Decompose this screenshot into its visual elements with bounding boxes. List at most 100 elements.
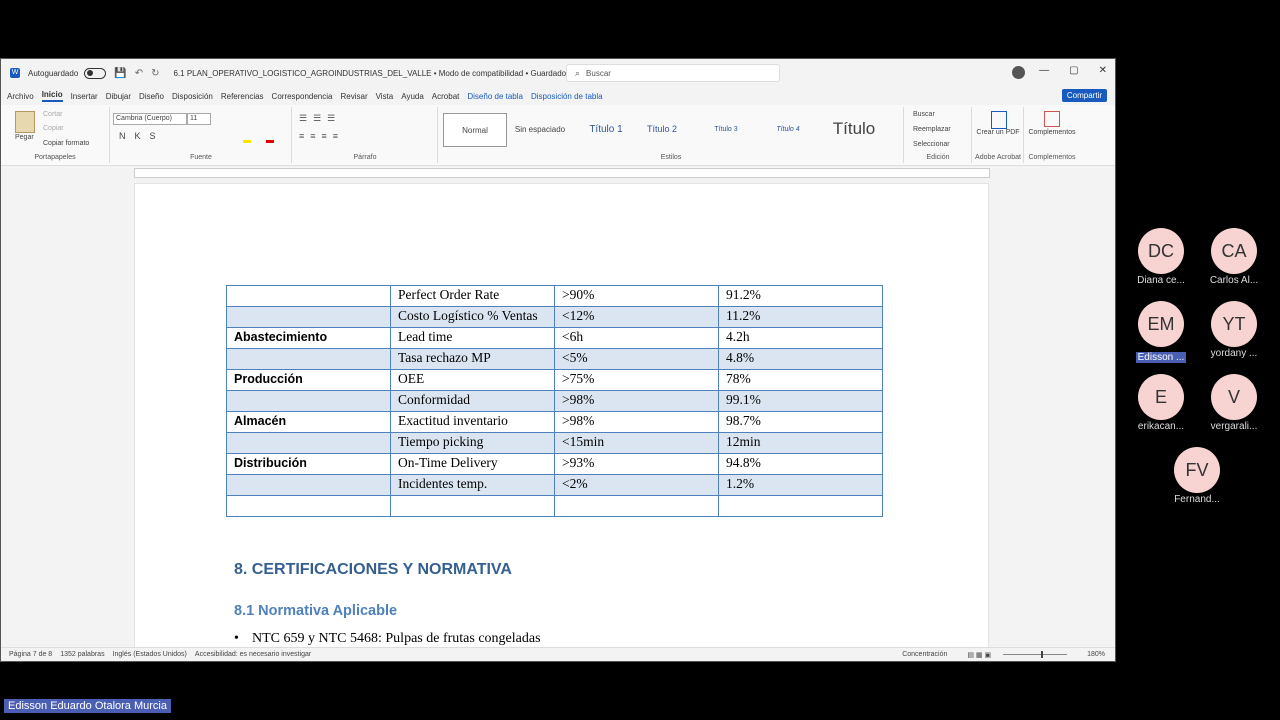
table-cell-target[interactable]: <15min — [554, 432, 719, 454]
tab-dibujar[interactable]: Dibujar — [106, 92, 131, 101]
table-cell-actual[interactable]: 12min — [718, 432, 883, 454]
focus-button[interactable]: Concentración — [902, 651, 947, 658]
create-pdf-button[interactable]: Crear un PDF — [975, 129, 1021, 136]
list-item[interactable]: • NTC 659 y NTC 5468: Pulpas de frutas co… — [234, 631, 541, 647]
participant-tile[interactable]: V vergarali... — [1189, 374, 1279, 432]
replace-button[interactable]: Reemplazar — [913, 126, 951, 133]
table-cell-kpi[interactable]: Perfect Order Rate — [390, 285, 555, 307]
tab-archivo[interactable]: Archivo — [7, 92, 34, 101]
page-indicator[interactable]: Página 7 de 8 — [9, 651, 52, 658]
table-cell-target[interactable]: <6h — [554, 327, 719, 349]
tab-vista[interactable]: Vista — [376, 92, 394, 101]
table-cell-actual[interactable]: 94.8% — [718, 453, 883, 475]
paste-icon[interactable] — [15, 111, 35, 133]
table-cell-kpi[interactable]: On-Time Delivery — [390, 453, 555, 475]
table-cell-kpi[interactable]: Conformidad — [390, 390, 555, 412]
table-cell-kpi[interactable]: Tasa rechazo MP — [390, 348, 555, 370]
style-titulo-4[interactable]: Título 4 — [757, 113, 819, 145]
style-sin-espaciado[interactable]: Sin espaciado — [509, 113, 571, 145]
table-cell-area[interactable] — [226, 285, 391, 307]
view-buttons-icon[interactable]: ▤ ▦ ▣ — [967, 651, 991, 659]
copy-button[interactable]: Copiar — [43, 125, 64, 132]
font-format-buttons[interactable]: NKS — [119, 131, 165, 141]
search-input[interactable]: ⌕ Buscar — [566, 64, 780, 82]
table-cell-area[interactable]: Almacén — [226, 411, 391, 433]
save-icon[interactable]: 💾 — [114, 68, 126, 79]
table-cell-target[interactable]: >90% — [554, 285, 719, 307]
font-name-select[interactable]: Cambria (Cuerpo) — [113, 113, 187, 125]
tab-disposicion-tabla[interactable]: Disposición de tabla — [531, 92, 603, 101]
table-cell-target[interactable]: >93% — [554, 453, 719, 475]
participant-tile[interactable]: CA Carlos Al... — [1189, 228, 1279, 286]
style-titulo-3[interactable]: Título 3 — [695, 113, 757, 145]
table-cell-area[interactable] — [226, 348, 391, 370]
tab-diseno-tabla[interactable]: Diseño de tabla — [467, 92, 523, 101]
table-cell-target[interactable]: <12% — [554, 306, 719, 328]
tab-correspondencia[interactable]: Correspondencia — [272, 92, 333, 101]
table-cell-actual[interactable]: 98.7% — [718, 411, 883, 433]
tab-revisar[interactable]: Revisar — [340, 92, 367, 101]
font-color-icon[interactable] — [266, 140, 274, 143]
cut-button[interactable]: Cortar — [43, 111, 62, 118]
tab-diseno[interactable]: Diseño — [139, 92, 164, 101]
table-cell-target[interactable]: >98% — [554, 411, 719, 433]
table-cell-kpi[interactable]: Lead time — [390, 327, 555, 349]
table-cell-kpi[interactable]: Tiempo picking — [390, 432, 555, 454]
table-cell-actual[interactable]: 4.8% — [718, 348, 883, 370]
style-titulo-1[interactable]: Título 1 — [575, 113, 637, 145]
undo-icon[interactable]: ↶ — [135, 68, 143, 79]
table-cell-area[interactable] — [226, 390, 391, 412]
highlight-color-icon[interactable] — [243, 140, 251, 143]
table-cell-area[interactable]: Producción — [226, 369, 391, 391]
tab-inicio[interactable]: Inicio — [41, 90, 63, 102]
table-cell-area[interactable] — [226, 474, 391, 496]
table-cell-actual[interactable]: 78% — [718, 369, 883, 391]
accessibility-indicator[interactable]: Accesibilidad: es necesario investigar — [195, 651, 311, 658]
table-cell-kpi[interactable] — [390, 495, 555, 517]
list-buttons-icon[interactable]: ☰☰☰ — [299, 113, 341, 124]
table-cell-kpi[interactable]: Costo Logístico % Ventas — [390, 306, 555, 328]
heading-1[interactable]: 8. CERTIFICACIONES Y NORMATIVA — [234, 561, 512, 579]
participant-tile[interactable]: YT yordany ... — [1189, 301, 1279, 359]
table-cell-area[interactable] — [226, 495, 391, 517]
participant-tile[interactable]: FV Fernand... — [1152, 447, 1242, 505]
tab-acrobat[interactable]: Acrobat — [432, 92, 460, 101]
table-cell-actual[interactable]: 11.2% — [718, 306, 883, 328]
table-cell-actual[interactable]: 99.1% — [718, 390, 883, 412]
minimize-button[interactable]: — — [1039, 65, 1049, 76]
avatar[interactable] — [1012, 66, 1025, 79]
word-count[interactable]: 1352 palabras — [60, 651, 104, 658]
heading-2[interactable]: 8.1 Normativa Aplicable — [234, 603, 397, 619]
table-cell-area[interactable]: Distribución — [226, 453, 391, 475]
table-cell-target[interactable]: <2% — [554, 474, 719, 496]
tab-ayuda[interactable]: Ayuda — [401, 92, 424, 101]
table-cell-kpi[interactable]: Exactitud inventario — [390, 411, 555, 433]
find-button[interactable]: Buscar — [913, 111, 935, 118]
format-painter-button[interactable]: Copiar formato — [43, 140, 89, 147]
document-page[interactable]: Perfect Order Rate >90% 91.2% Costo Logísti… — [134, 183, 989, 661]
addins-button[interactable]: Complementos — [1025, 129, 1079, 136]
table-cell-area[interactable] — [226, 432, 391, 454]
close-button[interactable]: ✕ — [1099, 65, 1107, 76]
tab-referencias[interactable]: Referencias — [221, 92, 264, 101]
font-size-select[interactable]: 11 — [187, 113, 211, 125]
table-cell-actual[interactable] — [718, 495, 883, 517]
redo-icon[interactable]: ↻ — [151, 68, 159, 79]
table-cell-target[interactable]: >98% — [554, 390, 719, 412]
language-indicator[interactable]: Inglés (Estados Unidos) — [113, 651, 187, 658]
ruler-track[interactable] — [134, 168, 990, 178]
table-cell-actual[interactable]: 1.2% — [718, 474, 883, 496]
autosave-toggle[interactable] — [84, 67, 107, 79]
table-cell-actual[interactable]: 91.2% — [718, 285, 883, 307]
zoom-slider[interactable] — [1003, 651, 1068, 658]
share-button[interactable]: Compartir — [1061, 89, 1107, 102]
style-titulo-2[interactable]: Título 2 — [631, 113, 693, 145]
style-normal[interactable]: Normal — [443, 113, 507, 147]
table-cell-area[interactable] — [226, 306, 391, 328]
table-cell-kpi[interactable]: OEE — [390, 369, 555, 391]
table-cell-target[interactable]: >75% — [554, 369, 719, 391]
paste-button[interactable]: Pegar — [15, 134, 34, 141]
select-button[interactable]: Seleccionar — [913, 141, 950, 148]
tab-disposicion[interactable]: Disposición — [172, 92, 213, 101]
table-cell-actual[interactable]: 4.2h — [718, 327, 883, 349]
